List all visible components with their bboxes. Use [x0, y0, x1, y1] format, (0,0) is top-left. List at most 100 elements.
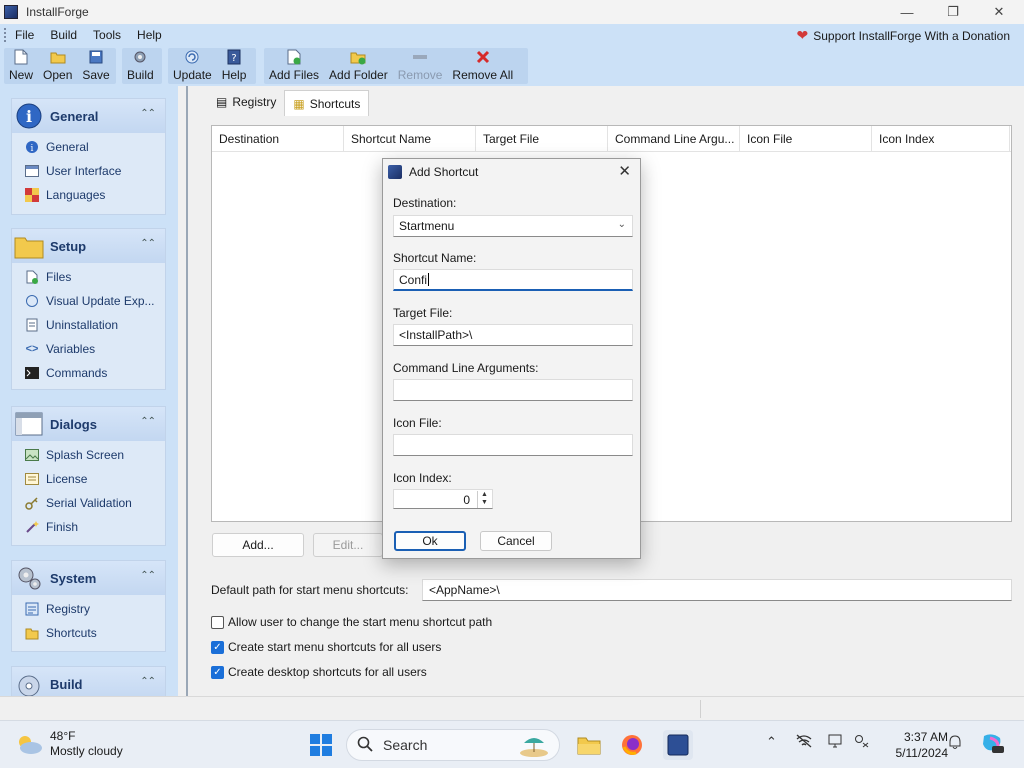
panel-dialogs-header[interactable]: Dialogs ⌃⌃ — [12, 407, 165, 441]
target-file-input[interactable]: <InstallPath>\ — [393, 324, 633, 346]
status-bar — [0, 696, 1024, 720]
menu-build[interactable]: Build — [42, 28, 85, 42]
add-files-button[interactable]: Add Files — [264, 49, 324, 84]
menu-bar: File Build Tools Help ❤ Support InstallF… — [0, 24, 1024, 46]
remove-all-label: Remove All — [452, 68, 514, 82]
allow-change-checkbox[interactable]: Allow user to change the start menu shor… — [211, 615, 492, 629]
tab-shortcuts[interactable]: ▦ Shortcuts — [284, 90, 370, 116]
sidebar-item-commands[interactable]: Commands — [12, 361, 165, 385]
cancel-button[interactable]: Cancel — [480, 531, 552, 551]
desktop-all-users-checkbox[interactable]: ✓ Create desktop shortcuts for all users — [211, 665, 427, 679]
panel-general-header[interactable]: i General ⌃⌃ — [12, 99, 165, 133]
column-destination[interactable]: Destination — [212, 126, 344, 151]
stepper-up-icon[interactable]: ▲ — [478, 491, 491, 499]
installforge-taskbar-icon[interactable] — [663, 730, 693, 760]
sidebar-item-license[interactable]: License — [12, 467, 165, 491]
collapse-icon[interactable]: ⌃⌃ — [140, 238, 156, 249]
accessibility-icon[interactable] — [854, 734, 870, 751]
icon-index-stepper[interactable]: 0 ▲ ▼ — [393, 489, 493, 509]
flag-icon — [24, 187, 40, 203]
shortcut-folder-icon — [24, 625, 40, 641]
command-args-label: Command Line Arguments: — [393, 361, 539, 375]
collapse-icon[interactable]: ⌃⌃ — [140, 108, 156, 119]
clock-date: 5/11/2024 — [895, 746, 949, 760]
column-icon-index[interactable]: Icon Index — [872, 126, 1010, 151]
svg-text:i: i — [31, 144, 34, 154]
column-target-file[interactable]: Target File — [476, 126, 608, 151]
shortcut-name-input[interactable]: Confi — [393, 269, 633, 291]
command-args-input[interactable] — [393, 379, 633, 401]
sidebar-item-variables[interactable]: <> Variables — [12, 337, 165, 361]
sidebar-item-user-interface[interactable]: User Interface — [12, 159, 165, 183]
sidebar-item-label: Commands — [46, 366, 108, 380]
windows-start-icon[interactable] — [308, 732, 334, 758]
panel-build-header[interactable]: Build ⌃⌃ — [12, 667, 165, 696]
open-button[interactable]: Open — [38, 49, 77, 84]
sidebar-item-visual-update[interactable]: Visual Update Exp... — [12, 289, 165, 313]
menu-tools[interactable]: Tools — [85, 28, 129, 42]
sidebar-item-languages[interactable]: Languages — [12, 183, 165, 207]
restore-button[interactable]: ❐ — [930, 0, 976, 24]
weather-temp: 48°F — [50, 729, 76, 743]
collapse-icon[interactable]: ⌃⌃ — [140, 676, 156, 687]
firefox-icon[interactable] — [619, 732, 645, 758]
dialog-title-bar: Add Shortcut ✕ — [383, 159, 640, 185]
column-icon-file[interactable]: Icon File — [740, 126, 872, 151]
panel-setup-title: Setup — [50, 238, 87, 254]
weather-widget[interactable]: 48°F Mostly cloudy — [16, 729, 123, 759]
dialog-close-icon[interactable]: ✕ — [618, 162, 631, 180]
save-button[interactable]: Save — [77, 49, 114, 84]
sidebar-item-uninstallation[interactable]: Uninstallation — [12, 313, 165, 337]
chevron-up-icon[interactable]: ⌃ — [766, 734, 777, 750]
stepper-down-icon[interactable]: ▼ — [478, 499, 491, 507]
display-icon[interactable] — [828, 734, 844, 751]
donate-link[interactable]: ❤ Support InstallForge With a Donation — [796, 27, 1010, 44]
add-folder-label: Add Folder — [329, 68, 388, 82]
new-button[interactable]: New — [4, 49, 38, 84]
sidebar-item-serial-validation[interactable]: Serial Validation — [12, 491, 165, 515]
start-menu-all-users-checkbox[interactable]: ✓ Create start menu shortcuts for all us… — [211, 640, 441, 654]
collapse-icon[interactable]: ⌃⌃ — [140, 416, 156, 427]
default-path-input[interactable]: <AppName>\ — [422, 579, 1012, 601]
network-off-icon[interactable] — [796, 734, 812, 751]
destination-select[interactable]: Startmenu ⌄ — [393, 215, 633, 237]
sidebar-item-label: License — [46, 472, 88, 486]
close-button[interactable]: ✕ — [976, 0, 1022, 24]
destination-label: Destination: — [393, 196, 457, 210]
column-command-line[interactable]: Command Line Argu... — [608, 126, 740, 151]
sidebar-item-general[interactable]: i General — [12, 135, 165, 159]
column-shortcut-name[interactable]: Shortcut Name — [344, 126, 476, 151]
toolbar-group-help: Update ? Help — [168, 48, 256, 84]
help-button[interactable]: ? Help — [217, 49, 252, 84]
sidebar-item-finish[interactable]: Finish — [12, 515, 165, 539]
minimize-button[interactable]: — — [884, 0, 930, 24]
menu-help[interactable]: Help — [129, 28, 170, 42]
file-explorer-icon[interactable] — [576, 732, 602, 758]
sidebar: i General ⌃⌃ i General User Interface Lan… — [0, 86, 178, 696]
ok-button[interactable]: Ok — [394, 531, 466, 551]
system-clock[interactable]: 3:37 AM 5/11/2024 — [880, 729, 949, 761]
stepper-arrows[interactable]: ▲ ▼ — [477, 491, 491, 508]
sidebar-item-registry[interactable]: Registry — [12, 597, 165, 621]
sidebar-item-shortcuts[interactable]: Shortcuts — [12, 621, 165, 645]
build-button[interactable]: Build — [122, 49, 159, 84]
edit-button[interactable]: Edit... — [313, 533, 383, 557]
menu-file[interactable]: File — [7, 28, 42, 42]
icon-file-input[interactable] — [393, 434, 633, 456]
remove-button[interactable]: Remove — [393, 49, 448, 84]
panel-system-header[interactable]: System ⌃⌃ — [12, 561, 165, 595]
taskbar-search[interactable]: Search — [346, 729, 560, 761]
panel-setup-header[interactable]: Setup ⌃⌃ — [12, 229, 165, 263]
copilot-icon[interactable] — [980, 732, 1004, 757]
remove-all-button[interactable]: Remove All — [447, 49, 518, 84]
sidebar-item-label: Shortcuts — [46, 626, 97, 640]
bell-icon[interactable] — [948, 734, 962, 753]
collapse-icon[interactable]: ⌃⌃ — [140, 570, 156, 581]
update-label: Update — [173, 68, 212, 82]
sidebar-item-splash-screen[interactable]: Splash Screen — [12, 443, 165, 467]
update-button[interactable]: Update — [168, 49, 217, 84]
add-button[interactable]: Add... — [212, 533, 304, 557]
tab-registry[interactable]: ▤ Registry — [208, 90, 284, 114]
add-folder-button[interactable]: Add Folder — [324, 49, 393, 84]
sidebar-item-files[interactable]: Files — [12, 265, 165, 289]
